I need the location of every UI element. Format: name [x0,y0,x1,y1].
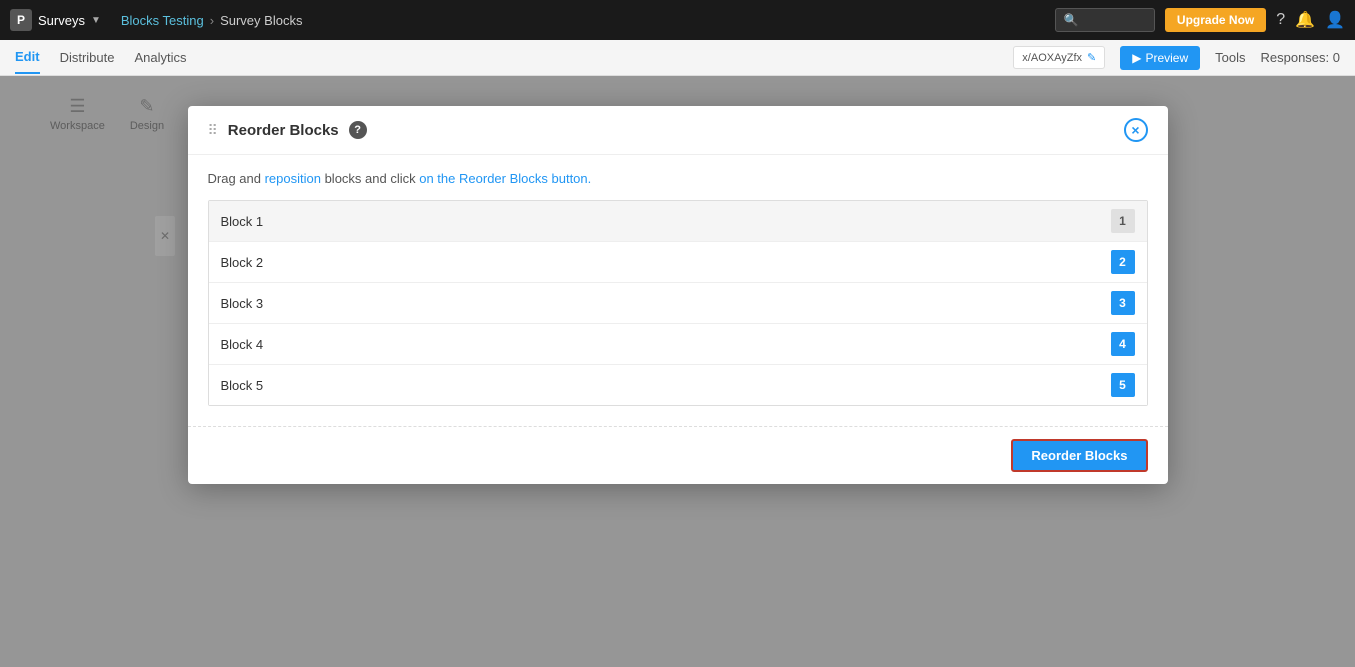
modal-header-left: ⠿ Reorder Blocks ? [208,121,367,139]
modal-footer: Reorder Blocks [188,426,1168,484]
tab-edit[interactable]: Edit [15,41,40,74]
breadcrumb-survey-blocks: Survey Blocks [220,13,302,28]
block-badge-1: 1 [1111,209,1135,233]
responses-label: Responses: 0 [1261,50,1341,65]
preview-button[interactable]: ▶ Preview [1120,46,1200,70]
modal-title: Reorder Blocks [228,122,339,139]
reorder-blocks-button[interactable]: Reorder Blocks [1011,439,1147,472]
preview-icon: ▶ [1132,51,1141,65]
block-row-1[interactable]: Block 1 1 [209,201,1147,242]
block-badge-3: 3 [1111,291,1135,315]
block-badge-2: 2 [1111,250,1135,274]
surveys-dropdown-arrow[interactable]: ▼ [91,15,101,26]
help-button[interactable]: ? [349,121,367,139]
p-logo: P [10,9,32,31]
top-navbar: P Surveys ▼ Blocks Testing › Survey Bloc… [0,0,1355,40]
tools-label[interactable]: Tools [1215,50,1245,65]
search-box[interactable]: 🔍 [1055,8,1155,32]
block-name-1: Block 1 [221,214,264,229]
block-badge-5: 5 [1111,373,1135,397]
modal-body: Drag and reposition blocks and click on … [188,155,1168,426]
tab-analytics[interactable]: Analytics [134,42,186,73]
block-row-3[interactable]: Block 3 3 [209,283,1147,324]
breadcrumb-blocks-testing[interactable]: Blocks Testing [121,13,204,28]
upgrade-button[interactable]: Upgrade Now [1165,8,1266,32]
search-icon: 🔍 [1064,13,1079,27]
close-button[interactable]: × [1124,118,1148,142]
highlight-on: on the [419,171,455,186]
user-avatar[interactable]: 👤 [1325,10,1345,30]
navbar-right: 🔍 Upgrade Now ? 🔔 👤 [1055,8,1345,32]
breadcrumb-separator: › [210,13,214,28]
breadcrumb: Blocks Testing › Survey Blocks [121,13,303,28]
reorder-blocks-modal: ⠿ Reorder Blocks ? × Drag and reposition… [188,106,1168,484]
block-name-4: Block 4 [221,337,264,352]
block-row-5[interactable]: Block 5 5 [209,365,1147,405]
block-badge-4: 4 [1111,332,1135,356]
highlight-reposition: reposition [265,171,321,186]
secondary-toolbar: Edit Distribute Analytics x/AOXAyZfx ✎ ▶… [0,40,1355,76]
highlight-reorder-btn: Reorder Blocks button. [459,171,591,186]
edit-icon[interactable]: ✎ [1087,51,1096,64]
block-name-5: Block 5 [221,378,264,393]
modal-overlay: ⠿ Reorder Blocks ? × Drag and reposition… [0,76,1355,667]
url-bar: x/AOXAyZfx ✎ [1013,46,1105,69]
block-name-3: Block 3 [221,296,264,311]
drag-handle-icon[interactable]: ⠿ [208,122,218,139]
notifications-icon[interactable]: 🔔 [1295,10,1315,30]
block-list: Block 1 1 Block 2 2 Block 3 3 Block 4 4 [208,200,1148,406]
main-area: ☰ Workspace ✎ Design Add Question Q1 How… [0,76,1355,667]
brand-area[interactable]: P Surveys ▼ [10,9,101,31]
help-icon[interactable]: ? [1276,11,1285,29]
url-text: x/AOXAyZfx [1022,52,1082,64]
modal-header: ⠿ Reorder Blocks ? × [188,106,1168,155]
tab-distribute[interactable]: Distribute [60,42,115,73]
block-row-4[interactable]: Block 4 4 [209,324,1147,365]
block-name-2: Block 2 [221,255,264,270]
surveys-label[interactable]: Surveys [38,13,85,28]
block-row-2[interactable]: Block 2 2 [209,242,1147,283]
instruction-text: Drag and reposition blocks and click on … [208,171,1148,186]
